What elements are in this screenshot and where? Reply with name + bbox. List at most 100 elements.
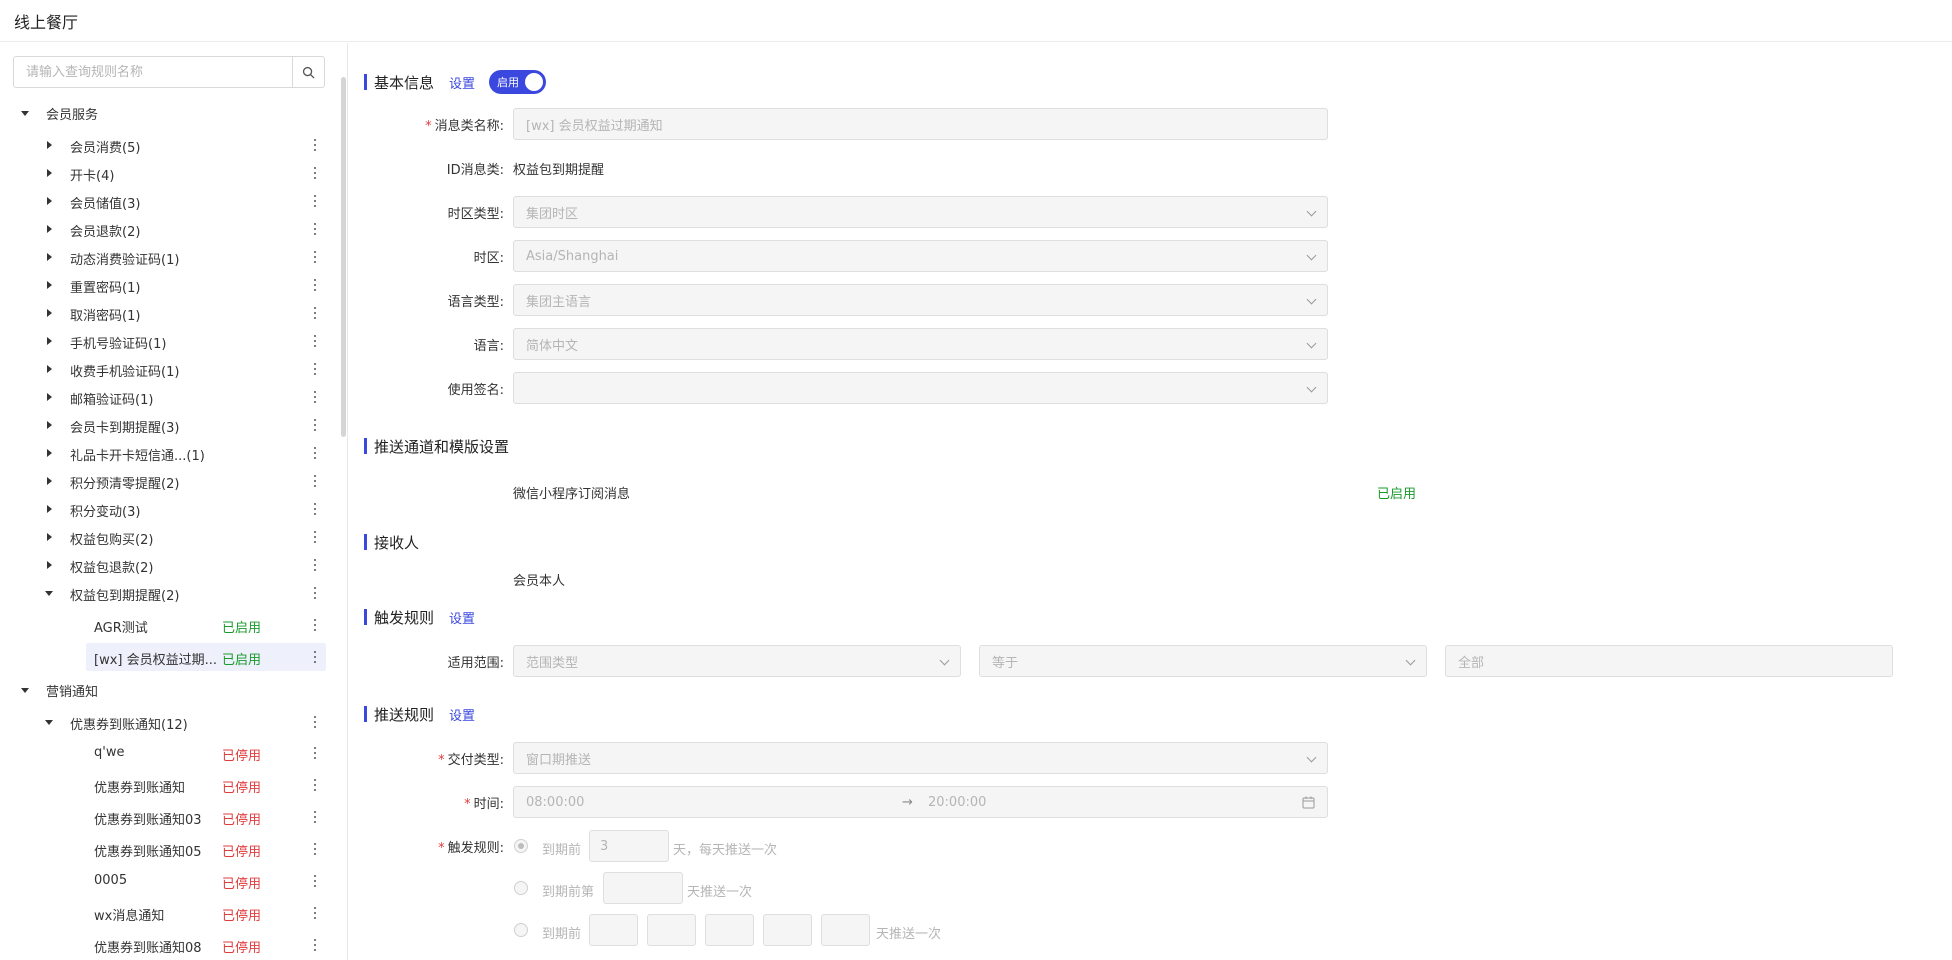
caret-right-icon[interactable] [43, 139, 55, 151]
tree-item[interactable]: 收费手机验证码(1) [0, 357, 340, 381]
more-icon[interactable] [312, 166, 318, 180]
more-icon[interactable] [312, 446, 318, 460]
caret-right-icon[interactable] [43, 251, 55, 263]
caret-right-icon[interactable] [43, 335, 55, 347]
tree-item[interactable]: 会员卡到期提醒(3) [0, 413, 340, 437]
more-icon[interactable] [312, 558, 318, 572]
sign-select[interactable] [513, 372, 1328, 404]
tree-item[interactable]: 重置密码(1) [0, 273, 340, 297]
lang-type-select[interactable]: 集团主语言 [513, 284, 1328, 316]
rule-option-3-day-input[interactable] [821, 914, 870, 946]
more-icon[interactable] [312, 222, 318, 236]
caret-right-icon[interactable] [43, 391, 55, 403]
enable-toggle[interactable]: 启用 [489, 70, 547, 94]
tree-item[interactable]: 动态消费验证码(1) [0, 245, 340, 269]
more-icon[interactable] [312, 502, 318, 516]
tree-item-expanded[interactable]: 权益包到期提醒(2) [0, 581, 340, 605]
sidebar-scrollbar[interactable] [341, 77, 346, 437]
more-icon[interactable] [312, 874, 318, 888]
caret-right-icon[interactable] [43, 419, 55, 431]
caret-right-icon[interactable] [43, 475, 55, 487]
tree-leaf[interactable]: 优惠券到账通知08 已停用 [0, 931, 340, 959]
more-icon[interactable] [312, 586, 318, 600]
search-input[interactable] [14, 57, 292, 87]
trigger-settings-link[interactable]: 设置 [449, 608, 475, 627]
caret-right-icon[interactable] [43, 223, 55, 235]
tree-leaf[interactable]: 0005 已停用 [0, 867, 340, 895]
rule-option-2-radio[interactable] [514, 881, 528, 895]
scope-type-select[interactable]: 范围类型 [513, 645, 961, 677]
tree-item[interactable]: 会员退款(2) [0, 217, 340, 241]
rule-option-1-days-input[interactable]: 3 [589, 830, 669, 862]
more-icon[interactable] [312, 418, 318, 432]
tree-item[interactable]: 权益包退款(2) [0, 553, 340, 577]
basic-settings-link[interactable]: 设置 [449, 73, 475, 92]
caret-down-icon[interactable] [19, 684, 31, 696]
msg-name-field[interactable]: [wx] 会员权益过期通知 [513, 108, 1328, 140]
rule-option-3-radio[interactable] [514, 923, 528, 937]
more-icon[interactable] [312, 474, 318, 488]
tree-item[interactable]: 权益包购买(2) [0, 525, 340, 549]
more-icon[interactable] [312, 906, 318, 920]
tree-leaf[interactable]: 优惠券到账通知05 已停用 [0, 835, 340, 863]
tree-leaf[interactable]: wx消息通知 已停用 [0, 899, 340, 927]
rule-option-1-radio[interactable] [514, 839, 528, 853]
more-icon[interactable] [312, 306, 318, 320]
tree-item[interactable]: 取消密码(1) [0, 301, 340, 325]
more-icon[interactable] [312, 278, 318, 292]
tree-group[interactable]: 会员服务 [0, 100, 340, 126]
search-button[interactable] [292, 57, 324, 87]
tree-item-expanded[interactable]: 优惠券到账通知(12) [0, 710, 340, 734]
tree-item[interactable]: 积分变动(3) [0, 497, 340, 521]
more-icon[interactable] [312, 778, 318, 792]
more-icon[interactable] [312, 650, 318, 664]
tree-item[interactable]: 积分预清零提醒(2) [0, 469, 340, 493]
tree-group[interactable]: 营销通知 [0, 677, 340, 703]
tz-type-select[interactable]: 集团时区 [513, 196, 1328, 228]
more-icon[interactable] [312, 938, 318, 952]
caret-right-icon[interactable] [43, 167, 55, 179]
tree-item[interactable]: 手机号验证码(1) [0, 329, 340, 353]
caret-right-icon[interactable] [43, 279, 55, 291]
more-icon[interactable] [312, 810, 318, 824]
more-icon[interactable] [312, 390, 318, 404]
caret-down-icon[interactable] [19, 107, 31, 119]
more-icon[interactable] [312, 746, 318, 760]
more-icon[interactable] [312, 138, 318, 152]
push-settings-link[interactable]: 设置 [449, 705, 475, 724]
tree-leaf-selected[interactable]: [wx] 会员权益过期... 已启用 [0, 643, 340, 671]
tree-leaf[interactable]: 优惠券到账通知03 已停用 [0, 803, 340, 831]
more-icon[interactable] [312, 250, 318, 264]
more-icon[interactable] [312, 530, 318, 544]
caret-right-icon[interactable] [43, 363, 55, 375]
tree-leaf[interactable]: q'we 已停用 [0, 739, 340, 767]
caret-right-icon[interactable] [43, 195, 55, 207]
tree-item[interactable]: 会员储值(3) [0, 189, 340, 213]
more-icon[interactable] [312, 715, 318, 729]
caret-right-icon[interactable] [43, 307, 55, 319]
scope-value-field[interactable]: 全部 [1445, 645, 1893, 677]
tree-item[interactable]: 会员消费(5) [0, 133, 340, 157]
rule-option-3-day-input[interactable] [705, 914, 754, 946]
operator-select[interactable]: 等于 [979, 645, 1427, 677]
tz-select[interactable]: Asia/Shanghai [513, 240, 1328, 272]
caret-right-icon[interactable] [43, 447, 55, 459]
more-icon[interactable] [312, 194, 318, 208]
tree-leaf[interactable]: AGR测试 已启用 [0, 611, 340, 639]
rule-option-2-days-input[interactable] [603, 872, 683, 904]
more-icon[interactable] [312, 618, 318, 632]
caret-down-icon[interactable] [43, 587, 55, 599]
caret-right-icon[interactable] [43, 559, 55, 571]
more-icon[interactable] [312, 362, 318, 376]
tree-item[interactable]: 开卡(4) [0, 161, 340, 185]
caret-down-icon[interactable] [43, 716, 55, 728]
rule-option-3-day-input[interactable] [589, 914, 638, 946]
lang-select[interactable]: 简体中文 [513, 328, 1328, 360]
rule-option-3-day-input[interactable] [647, 914, 696, 946]
tree-leaf[interactable]: 优惠券到账通知 已停用 [0, 771, 340, 799]
caret-right-icon[interactable] [43, 503, 55, 515]
tree-item[interactable]: 邮箱验证码(1) [0, 385, 340, 409]
time-range-picker[interactable]: 08:00:00 → 20:00:00 [513, 786, 1328, 818]
rule-option-3-day-input[interactable] [763, 914, 812, 946]
more-icon[interactable] [312, 334, 318, 348]
